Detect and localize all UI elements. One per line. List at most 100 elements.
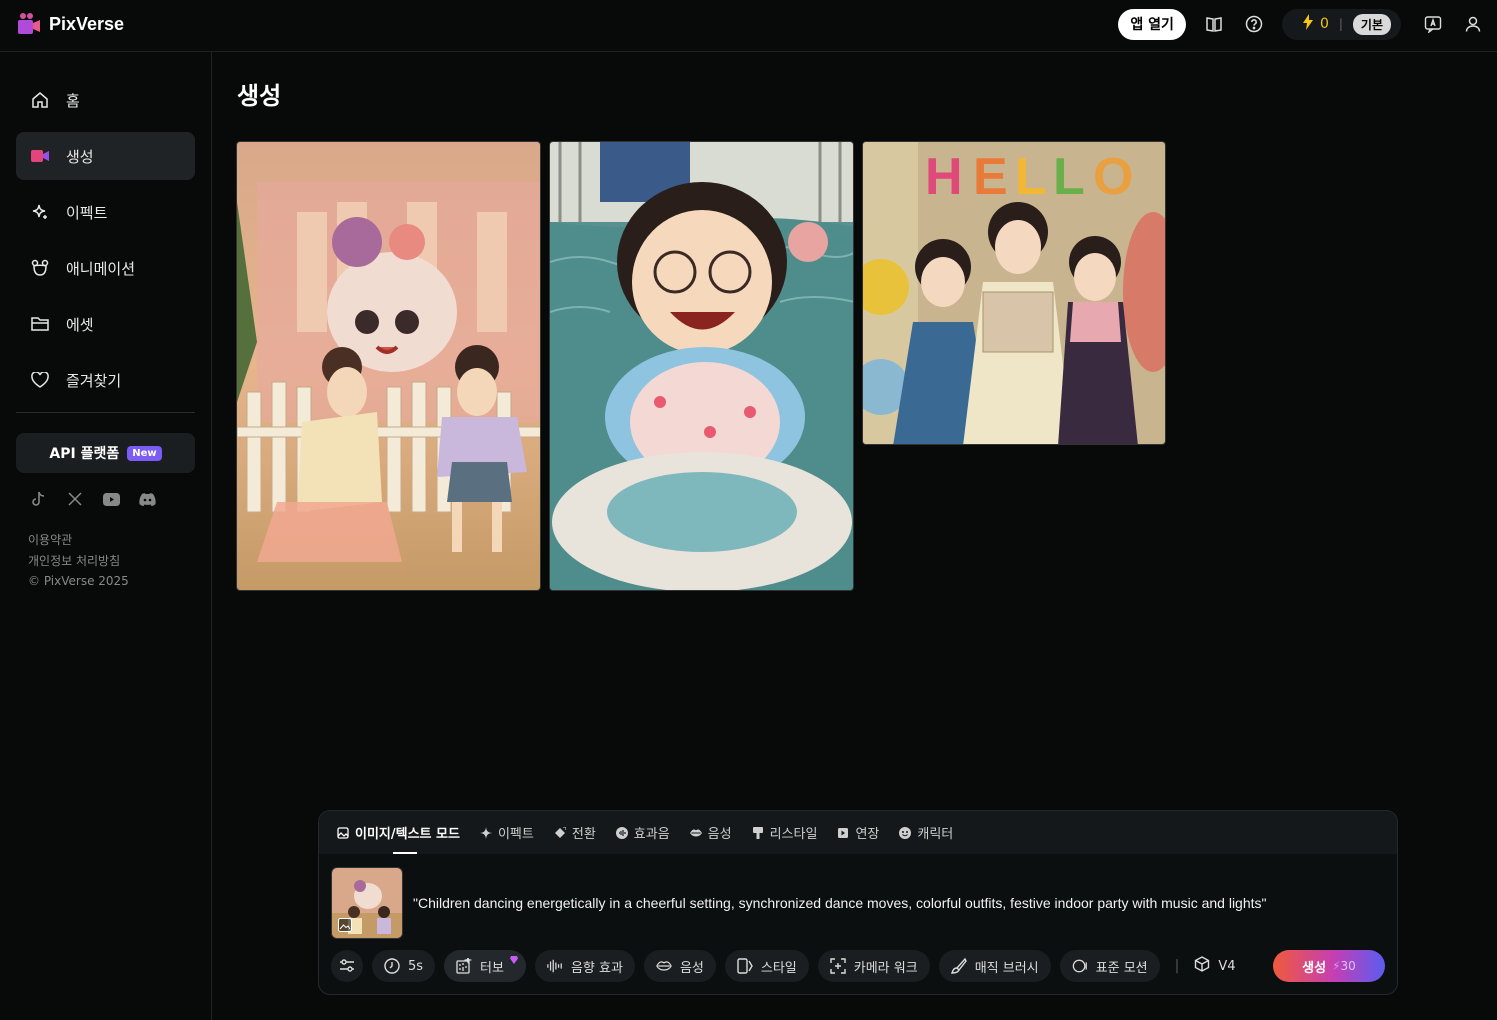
new-badge: New bbox=[127, 445, 162, 461]
tab-label: 음성 bbox=[707, 827, 732, 842]
gem-icon bbox=[509, 953, 518, 964]
cube-icon bbox=[1194, 956, 1210, 976]
tab-voice[interactable]: 음성 bbox=[689, 811, 732, 854]
plan-badge: 기본 bbox=[1352, 13, 1391, 35]
magic-brush-label: 매직 브러시 bbox=[974, 960, 1039, 976]
magic-brush-button[interactable]: 매직 브러시 bbox=[938, 950, 1051, 982]
duration-label: 5s bbox=[408, 958, 424, 974]
pixverse-logo-icon bbox=[17, 12, 41, 36]
turbo-icon bbox=[456, 958, 473, 974]
api-platform-button[interactable]: API 플랫폼 New bbox=[16, 433, 195, 473]
sliders-icon bbox=[339, 958, 355, 974]
prompt-text[interactable]: "Children dancing energetically in a che… bbox=[413, 895, 1267, 911]
gallery-item-girl-pool[interactable] bbox=[549, 141, 854, 591]
sound-effects-button[interactable]: 음향 효과 bbox=[534, 950, 635, 982]
top-actions: 앱 열기 0 | 기본 bbox=[1118, 8, 1485, 40]
credits-pill[interactable]: 0 | 기본 bbox=[1281, 8, 1401, 40]
girls-party-image: HE LL O bbox=[863, 142, 1165, 444]
reference-image-thumbnail[interactable] bbox=[331, 867, 403, 939]
top-bar: PixVerse 앱 열기 0 | 기본 bbox=[0, 0, 1497, 52]
bolt-icon bbox=[1302, 14, 1314, 34]
tiktok-icon[interactable] bbox=[30, 490, 48, 508]
svg-text:O: O bbox=[1093, 148, 1133, 206]
open-app-button[interactable]: 앱 열기 bbox=[1118, 8, 1186, 40]
tab-effects[interactable]: 이펙트 bbox=[479, 811, 534, 854]
girl-pool-image bbox=[550, 142, 853, 590]
sidebar-item-favorites[interactable]: 즐겨찾기 bbox=[16, 356, 195, 404]
sound-effects-label: 음향 효과 bbox=[570, 960, 623, 976]
tab-label: 연장 bbox=[855, 827, 880, 842]
translate-icon[interactable] bbox=[1421, 12, 1445, 36]
discord-icon[interactable] bbox=[138, 490, 156, 508]
turbo-button[interactable]: 터보 bbox=[444, 950, 526, 982]
page-title: 생성 bbox=[237, 82, 282, 110]
voice-button[interactable]: 음성 bbox=[643, 950, 716, 982]
sidebar-item-create[interactable]: 생성 bbox=[16, 132, 195, 180]
x-icon[interactable] bbox=[66, 490, 84, 508]
tab-restyle[interactable]: 리스타일 bbox=[752, 811, 818, 854]
svg-text:L: L bbox=[1015, 148, 1047, 206]
style-icon bbox=[737, 958, 753, 974]
standard-motion-label: 표준 모션 bbox=[1095, 960, 1148, 976]
composer-tabs: 이미지/텍스트 모드 이펙트 전환 효과음 음성 리스타일 연장 캐릭터 bbox=[319, 811, 1397, 854]
sidebar-item-label: 이펙트 bbox=[66, 203, 108, 222]
standard-motion-button[interactable]: 표준 모션 bbox=[1059, 950, 1160, 982]
style-button[interactable]: 스타일 bbox=[724, 950, 809, 982]
brush-icon bbox=[950, 958, 967, 974]
toolbar-separator: | bbox=[1174, 958, 1180, 974]
user-icon[interactable] bbox=[1461, 12, 1485, 36]
gallery-item-children-mascot[interactable] bbox=[236, 141, 541, 591]
brush-icon bbox=[752, 826, 764, 839]
sound-icon bbox=[615, 826, 628, 839]
terms-link[interactable]: 이용약관 bbox=[28, 530, 129, 551]
youtube-icon[interactable] bbox=[102, 490, 120, 508]
style-label: 스타일 bbox=[760, 960, 797, 976]
sidebar-item-label: 생성 bbox=[66, 147, 94, 166]
copyright-text: © PixVerse 2025 bbox=[28, 574, 129, 588]
tab-label: 전환 bbox=[571, 827, 596, 842]
svg-text:H: H bbox=[925, 148, 963, 206]
character-icon bbox=[899, 826, 912, 839]
image-icon bbox=[337, 826, 349, 839]
sidebar-item-label: 즐겨찾기 bbox=[66, 371, 122, 390]
generate-button[interactable]: 생성 ⚡30 bbox=[1273, 950, 1385, 982]
folder-icon bbox=[30, 314, 50, 334]
tab-sound-effects[interactable]: 효과음 bbox=[615, 811, 670, 854]
settings-button[interactable] bbox=[331, 950, 363, 982]
image-badge-icon bbox=[338, 918, 352, 932]
generate-cost: ⚡30 bbox=[1332, 959, 1356, 973]
sidebar-item-assets[interactable]: 에셋 bbox=[16, 300, 195, 348]
duration-button[interactable]: 5s bbox=[372, 950, 436, 982]
sidebar-item-label: 애니메이션 bbox=[66, 259, 136, 278]
children-mascot-image bbox=[237, 142, 540, 590]
sidebar-divider bbox=[16, 412, 195, 413]
tab-label: 이미지/텍스트 모드 bbox=[355, 827, 460, 842]
sidebar-item-label: 홈 bbox=[66, 91, 80, 110]
book-icon[interactable] bbox=[1202, 12, 1226, 36]
tab-transition[interactable]: 전환 bbox=[554, 811, 596, 854]
sparkle-icon bbox=[479, 826, 492, 839]
generate-label: 생성 bbox=[1302, 960, 1327, 976]
tab-image-text-mode[interactable]: 이미지/텍스트 모드 bbox=[337, 811, 460, 854]
privacy-link[interactable]: 개인정보 처리방침 bbox=[28, 551, 129, 572]
clock-icon bbox=[384, 958, 400, 974]
extend-icon bbox=[837, 827, 849, 839]
credits-separator: | bbox=[1338, 17, 1343, 31]
lips-icon bbox=[656, 958, 672, 974]
tab-label: 이펙트 bbox=[497, 827, 534, 842]
help-icon[interactable] bbox=[1242, 12, 1266, 36]
sidebar-item-effects[interactable]: 이펙트 bbox=[16, 188, 195, 236]
camera-work-button[interactable]: 카메라 워크 bbox=[817, 950, 930, 982]
logo[interactable]: PixVerse bbox=[17, 12, 124, 36]
svg-text:E: E bbox=[973, 148, 1008, 206]
tab-extend[interactable]: 연장 bbox=[837, 811, 879, 854]
tab-label: 리스타일 bbox=[769, 827, 818, 842]
motion-icon bbox=[1072, 958, 1088, 974]
generate-cost-value: 30 bbox=[1340, 959, 1356, 973]
sidebar-item-animation[interactable]: 애니메이션 bbox=[16, 244, 195, 292]
model-selector[interactable]: V4 bbox=[1194, 956, 1236, 976]
turbo-label: 터보 bbox=[480, 960, 504, 976]
gallery-item-girls-party[interactable]: HE LL O bbox=[862, 141, 1166, 445]
sidebar-item-home[interactable]: 홈 bbox=[16, 76, 195, 124]
tab-character[interactable]: 캐릭터 bbox=[899, 811, 953, 854]
